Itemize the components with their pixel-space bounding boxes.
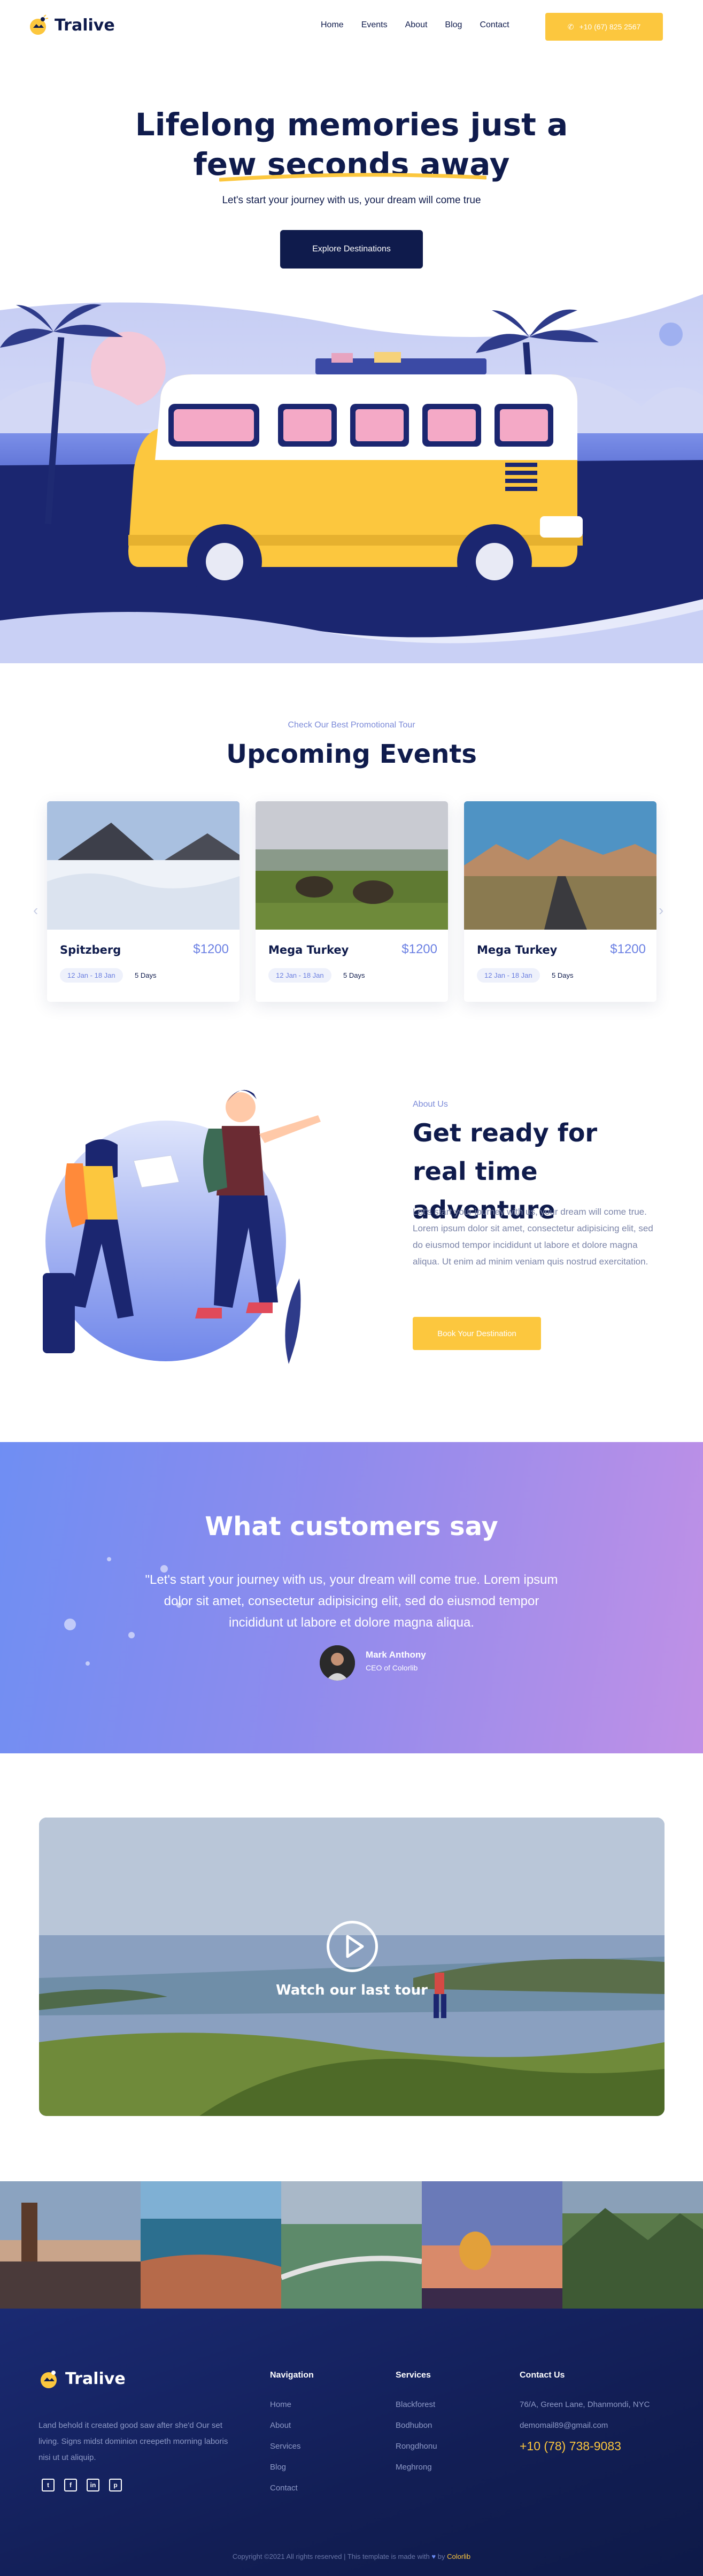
main-nav: Home Events About Blog Contact [321, 20, 509, 30]
event-date-badge: 12 Jan - 18 Jan [268, 968, 331, 983]
gallery-image-balloon[interactable] [422, 2181, 562, 2309]
footer-link[interactable]: Meghrong [396, 2457, 437, 2478]
logo-icon [28, 14, 50, 36]
event-duration: 5 Days [343, 971, 365, 979]
copyright-brand-link[interactable]: Colorlib [447, 2552, 470, 2560]
footer-contact: Contact Us 76/A, Green Lane, Dhanmondi, … [520, 2371, 650, 2457]
event-cards: Spitzberg $1200 12 Jan - 18 Jan 5 Days M… [47, 801, 656, 1002]
gallery-image-bridge[interactable] [281, 2181, 422, 2309]
hero-title-line-1: Lifelong memories just a [135, 106, 568, 143]
linkedin-icon[interactable]: in [87, 2479, 99, 2491]
photo-gallery [0, 2181, 703, 2309]
event-card[interactable]: Spitzberg $1200 12 Jan - 18 Jan 5 Days [47, 801, 240, 1002]
site-header: Tralive Home Events About Blog Contact ✆… [0, 0, 703, 53]
footer-navigation: Navigation Home About Services Blog Cont… [270, 2371, 314, 2498]
nav-blog[interactable]: Blog [445, 20, 462, 30]
brand-logo[interactable]: Tralive [28, 14, 115, 36]
event-image-road [464, 801, 656, 930]
event-card[interactable]: Mega Turkey $1200 12 Jan - 18 Jan 5 Days [256, 801, 448, 1002]
phone-number: +10 (67) 825 2567 [579, 22, 641, 31]
about-body: Let's start your journey with us, your d… [413, 1207, 653, 1267]
event-image-safari [256, 801, 448, 930]
event-date-badge: 12 Jan - 18 Jan [60, 968, 123, 983]
testimonial-author: Mark Anthony [366, 1650, 426, 1660]
footer-description: Land behold it created good saw after sh… [38, 2421, 228, 2462]
book-destination-button[interactable]: Book Your Destination [413, 1317, 541, 1350]
contact-email[interactable]: demomail89@gmail.com [520, 2415, 650, 2436]
footer-link[interactable]: Blackforest [396, 2394, 437, 2415]
nav-home[interactable]: Home [321, 20, 344, 30]
hero-underline-decoration [219, 173, 486, 182]
footer-link[interactable]: Services [270, 2436, 314, 2457]
prev-arrow-icon[interactable]: ‹ [33, 902, 38, 919]
play-icon[interactable] [327, 1921, 378, 1972]
decor-dot [86, 1661, 90, 1666]
gallery-image-city[interactable] [0, 2181, 141, 2309]
brand-name: Tralive [55, 16, 115, 35]
footer-services: Services Blackforest Bodhubon Rongdhonu … [396, 2371, 437, 2478]
copyright-text: Copyright ©2021 All rights reserved | Th… [232, 2552, 430, 2560]
nav-about[interactable]: About [405, 20, 428, 30]
event-duration: 5 Days [552, 971, 574, 979]
event-name: Mega Turkey [268, 944, 349, 956]
contact-phone[interactable]: +10 (78) 738-9083 [520, 2436, 650, 2457]
testimonial-quote: "Let's start your journey with us, your … [145, 1573, 558, 1630]
event-date-badge: 12 Jan - 18 Jan [477, 968, 540, 983]
video-label: Watch our last tour [276, 1982, 428, 1998]
testimonial-role: CEO of Colorlib [366, 1663, 418, 1672]
next-arrow-icon[interactable]: › [659, 902, 663, 919]
footer-link[interactable]: About [270, 2415, 314, 2436]
event-duration: 5 Days [135, 971, 157, 979]
decor-dot [128, 1632, 135, 1638]
site-footer: Tralive Land behold it created good saw … [0, 2309, 703, 2576]
about-eyebrow: About Us [413, 1100, 448, 1109]
hero-subtitle: Let's start your journey with us, your d… [222, 195, 481, 206]
footer-link[interactable]: Bodhubon [396, 2415, 437, 2436]
phone-icon: ✆ [567, 22, 574, 31]
decor-dot [107, 1557, 111, 1561]
pinterest-icon[interactable]: p [109, 2479, 122, 2491]
gallery-image-coast[interactable] [141, 2181, 281, 2309]
footer-brand-name: Tralive [65, 2369, 126, 2388]
travelers-illustration [43, 1090, 321, 1364]
event-name: Mega Turkey [477, 944, 558, 956]
explore-destinations-button[interactable]: Explore Destinations [280, 230, 423, 269]
nav-events[interactable]: Events [361, 20, 388, 30]
facebook-icon[interactable]: f [64, 2479, 77, 2491]
footer-contact-title: Contact Us [520, 2371, 565, 2380]
event-name: Spitzberg [60, 944, 121, 956]
footer-link[interactable]: Blog [270, 2457, 314, 2478]
heart-icon: ♥ [431, 2552, 436, 2560]
footer-navigation-title: Navigation [270, 2371, 314, 2380]
footer-services-title: Services [396, 2371, 431, 2380]
event-price: $1200 [401, 942, 437, 956]
decor-dot [64, 1619, 76, 1630]
twitter-icon[interactable]: t [42, 2479, 55, 2491]
copyright-by: by [437, 2552, 445, 2560]
events-title: Upcoming Events [226, 739, 477, 769]
testimonial-title: What customers say [205, 1512, 498, 1542]
event-image-spitzberg [47, 801, 240, 930]
footer-logo[interactable]: Tralive [38, 2367, 126, 2390]
events-eyebrow: Check Our Best Promotional Tour [288, 720, 415, 730]
phone-button[interactable]: ✆ +10 (67) 825 2567 [545, 13, 663, 41]
footer-link[interactable]: Rongdhonu [396, 2436, 437, 2457]
social-links: t f in p [42, 2479, 122, 2491]
copyright: Copyright ©2021 All rights reserved | Th… [0, 2552, 703, 2560]
footer-link[interactable]: Home [270, 2394, 314, 2415]
gallery-image-mountains[interactable] [562, 2181, 703, 2309]
footer-link[interactable]: Contact [270, 2478, 314, 2498]
event-price: $1200 [610, 942, 646, 956]
nav-contact[interactable]: Contact [480, 20, 509, 30]
hero-illustration [0, 294, 703, 663]
event-price: $1200 [193, 942, 229, 956]
avatar [320, 1645, 355, 1681]
logo-icon [38, 2367, 61, 2390]
testimonial-section: What customers say "Let's start your jou… [0, 1442, 703, 1753]
contact-address: 76/A, Green Lane, Dhanmondi, NYC [520, 2400, 650, 2409]
event-card[interactable]: Mega Turkey $1200 12 Jan - 18 Jan 5 Days [464, 801, 656, 1002]
video-section[interactable]: Watch our last tour [39, 1818, 665, 2116]
